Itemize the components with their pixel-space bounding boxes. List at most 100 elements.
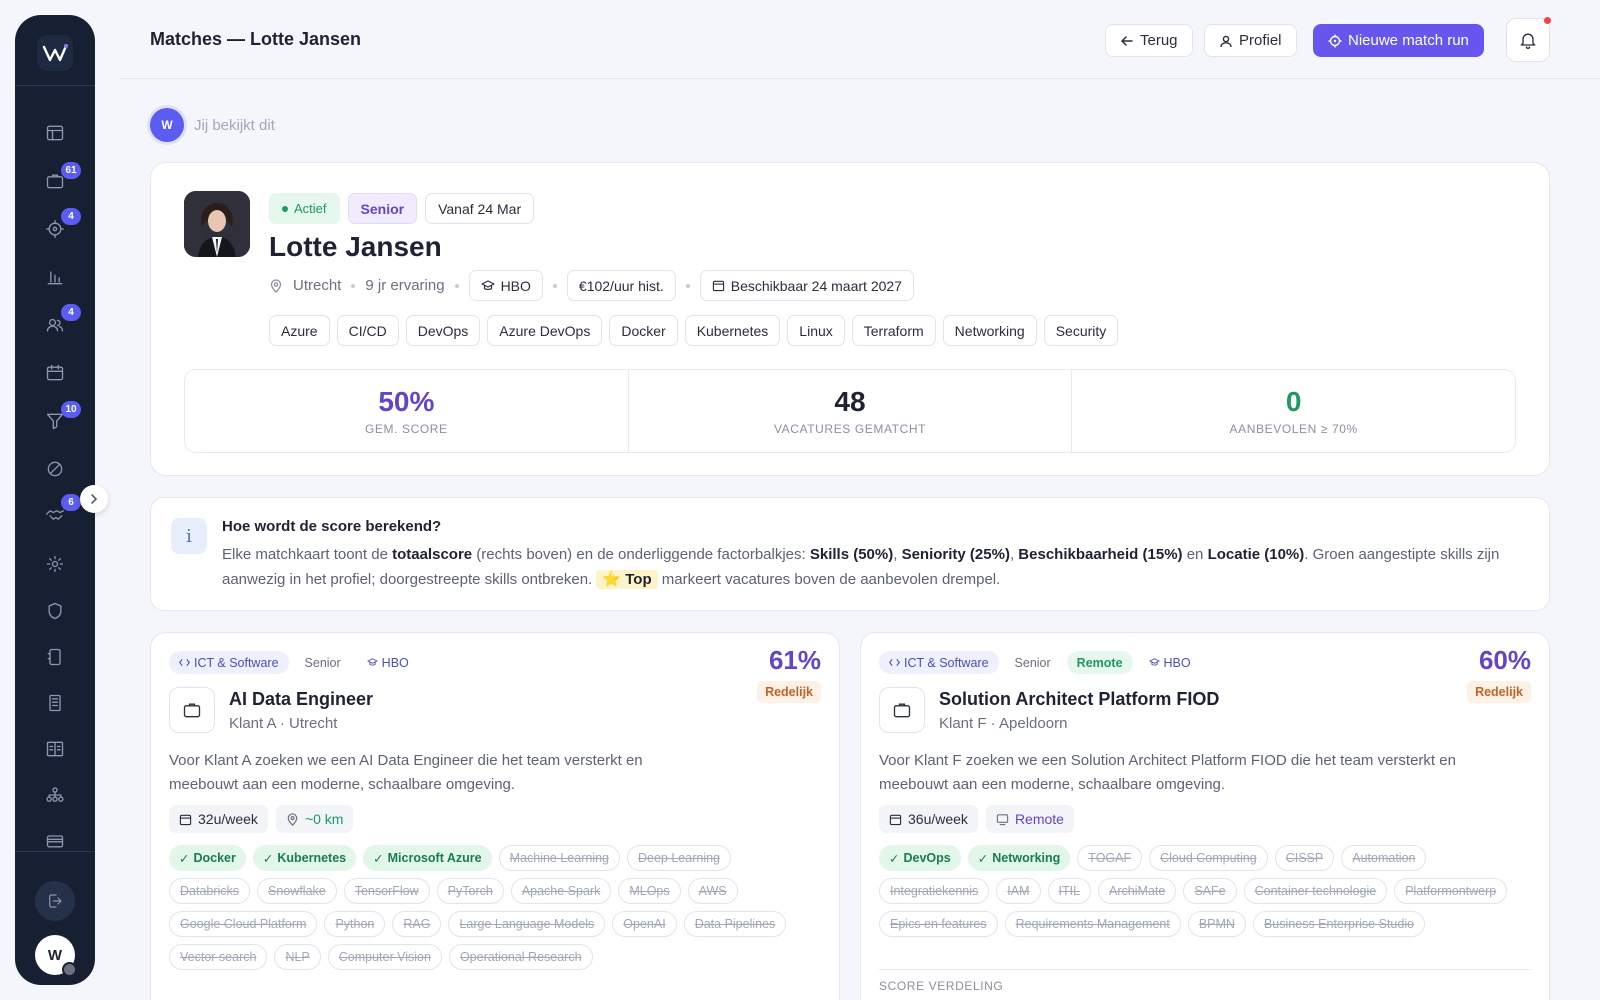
code-icon	[179, 658, 190, 667]
sidebar-divider	[15, 851, 95, 852]
match-stats: 50% GEM. SCORE 48 VACATURES GEMATCHT 0 A…	[184, 369, 1516, 453]
missing-skill: OpenAI	[612, 911, 677, 937]
job-meta: 32u/week ~0 km	[169, 805, 354, 833]
missing-skill: Container technologie	[1243, 878, 1388, 904]
arrow-left-icon	[1120, 35, 1133, 46]
nav-organization[interactable]	[41, 781, 69, 809]
matched-skill: ✓ DevOps	[879, 845, 961, 871]
match-score-label: Redelijk	[1467, 681, 1531, 703]
matched-skill: ✓ Kubernetes	[252, 845, 357, 871]
score-breakdown-heading: SCORE VERDELING	[879, 979, 1004, 993]
badge-vacatures: 61	[61, 162, 81, 179]
user-avatar[interactable]: W	[35, 935, 77, 977]
candidate-profile-card: Actief Senior Vanaf 24 Mar Lotte Jansen …	[150, 162, 1550, 476]
stat-value: 50%	[378, 386, 435, 417]
level-tag: Senior	[304, 655, 341, 670]
job-icon	[169, 687, 215, 733]
code-icon	[889, 658, 900, 667]
missing-skill: Vector search	[169, 944, 268, 970]
missing-skill: Google Cloud Platform	[169, 911, 318, 937]
job-title[interactable]: AI Data Engineer	[229, 689, 373, 710]
crosshair-icon	[1328, 34, 1342, 47]
graduation-cap-icon	[366, 658, 378, 666]
badge-funnel: 10	[61, 401, 81, 418]
gear-icon	[46, 555, 64, 573]
briefcase-icon	[183, 703, 201, 718]
nav-security[interactable]	[41, 597, 69, 625]
missing-skill: TensorFlow	[343, 878, 430, 904]
missing-skill: ITIL	[1047, 878, 1092, 904]
job-tags: ICT & Software Senior HBO	[169, 651, 419, 674]
badge-kandidaten: 4	[61, 304, 81, 321]
logout-icon	[49, 894, 62, 908]
shield-icon	[48, 602, 62, 620]
nav-settings[interactable]	[41, 550, 69, 578]
nav-reports[interactable]	[41, 735, 69, 763]
nav-companies[interactable]	[41, 689, 69, 717]
briefcase-icon	[893, 703, 911, 718]
remote-tag: Remote	[1066, 651, 1133, 674]
bell-icon	[1520, 33, 1536, 49]
nav-blocked[interactable]	[41, 455, 69, 483]
nav-agenda[interactable]	[41, 359, 69, 387]
stat-label: AANBEVOLEN ≥ 70%	[1229, 422, 1358, 436]
education-tag: HBO	[357, 651, 419, 674]
sidebar-expand-button[interactable]	[80, 485, 108, 513]
credit-card-icon	[46, 835, 64, 848]
match-score: 61%	[768, 645, 821, 675]
nav-contracts[interactable]	[41, 643, 69, 671]
user-initial: W	[47, 946, 63, 964]
status-indicator	[62, 962, 77, 977]
viewing-indicator: W Jij bekijkt dit	[150, 108, 275, 142]
profile-button[interactable]: Profiel	[1204, 24, 1297, 57]
notification-dot	[1544, 17, 1551, 24]
seniority-badge: Senior	[347, 193, 418, 224]
match-score-label: Redelijk	[757, 681, 821, 703]
handshake-icon	[46, 510, 64, 520]
stat-value: 48	[834, 386, 866, 417]
chevron-right-icon	[91, 494, 98, 504]
new-match-run-button[interactable]: Nieuwe match run	[1313, 24, 1484, 57]
stat-value: 0	[1285, 386, 1302, 417]
profile-label: Profiel	[1239, 32, 1282, 49]
match-card-ai-data-engineer[interactable]: ICT & Software Senior HBO 61% Redelijk A…	[150, 632, 840, 1000]
distance-chip: ~0 km	[275, 805, 354, 833]
bar-chart-icon	[47, 271, 63, 285]
report-icon	[46, 741, 64, 757]
graduation-cap-icon	[480, 279, 495, 290]
missing-skill: RAG	[392, 911, 442, 937]
missing-skill: AWS	[687, 878, 738, 904]
job-client: Klant A · Utrecht	[229, 715, 338, 732]
logout-button[interactable]	[35, 881, 75, 921]
notifications-button[interactable]	[1506, 17, 1551, 62]
page-title: Matches — Lotte Jansen	[150, 29, 362, 49]
info-icon: i	[171, 518, 207, 554]
candidate-city: Utrecht	[293, 277, 342, 294]
missing-skill: Machine Learning	[498, 845, 620, 871]
missing-skill: Business Enterprise Studio	[1252, 911, 1426, 937]
job-client: Klant F · Apeldoorn	[939, 715, 1068, 732]
back-button[interactable]: Terug	[1105, 24, 1193, 57]
app-logo[interactable]	[37, 35, 73, 71]
skill-chip: Networking	[942, 315, 1037, 346]
status-badge: Actief	[269, 193, 340, 224]
job-description: Voor Klant F zoeken we een Solution Arch…	[879, 752, 1456, 793]
missing-skill: CISSP	[1274, 845, 1335, 871]
crosshair-icon	[46, 220, 64, 238]
back-label: Terug	[1140, 32, 1178, 49]
skill-chip: Linux	[787, 315, 845, 346]
nav-dashboard[interactable]	[41, 119, 69, 147]
missing-skill: Integratiekennis	[879, 878, 990, 904]
building-icon	[49, 694, 61, 712]
missing-skill: Epics en features	[879, 911, 998, 937]
info-title: Hoe wordt de score berekend?	[222, 518, 442, 535]
skill-chip: Terraform	[851, 315, 936, 346]
job-title[interactable]: Solution Architect Platform FIOD	[939, 689, 1219, 710]
missing-skill: Cloud Computing	[1149, 845, 1268, 871]
location-pin-icon	[270, 278, 282, 293]
nav-analytics[interactable]	[41, 263, 69, 291]
match-card-solution-architect[interactable]: ICT & Software Senior Remote HBO 60% Red…	[860, 632, 1550, 1000]
stat-label: VACATURES GEMATCHT	[773, 422, 927, 436]
hours-chip: 36u/week	[879, 805, 978, 833]
remote-chip: Remote	[985, 805, 1074, 833]
